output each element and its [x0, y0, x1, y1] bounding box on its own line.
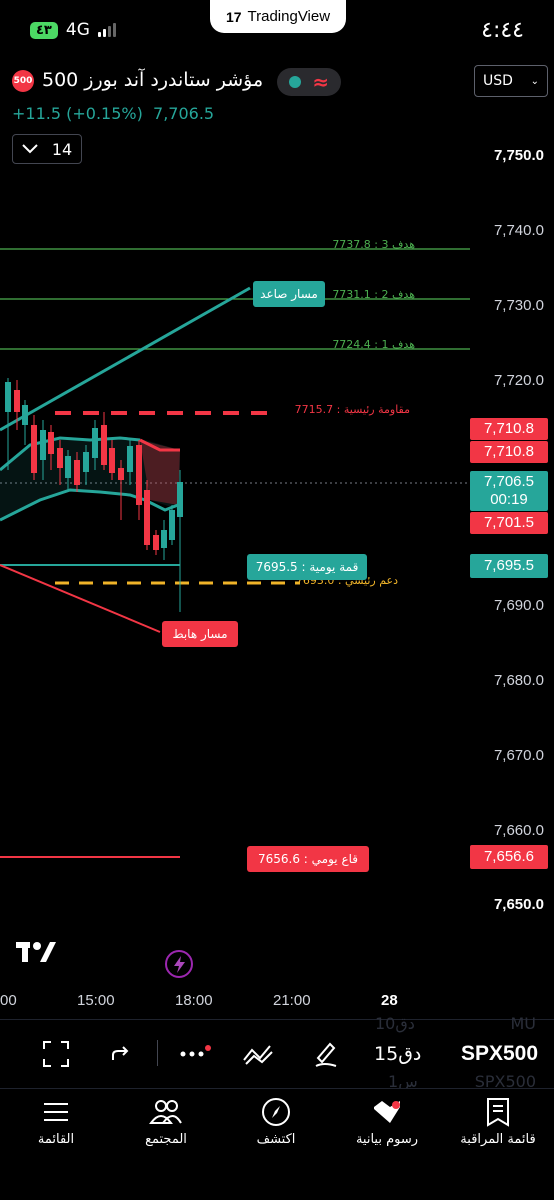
time-tick: 15:00: [77, 992, 115, 1009]
lightning-icon[interactable]: [165, 950, 193, 978]
nav-explore[interactable]: اكتشف: [226, 1096, 326, 1147]
price-label-daily-low: 7,656.6: [470, 845, 548, 869]
time-tick: 00: [0, 992, 17, 1009]
more-icon[interactable]: [178, 1044, 212, 1060]
price-tick: 7,720.0: [493, 372, 544, 389]
price-label-resistance: 7,710.8: [470, 418, 548, 440]
price-tick: 7,660.0: [493, 822, 544, 839]
uptrend-line: [0, 286, 251, 432]
nav-label: قائمة المراقبة: [460, 1132, 536, 1147]
time-tick: 21:00: [273, 992, 311, 1009]
watchlist-icon: [487, 1098, 509, 1127]
interval-button[interactable]: 15دق: [374, 1043, 421, 1065]
redo-icon[interactable]: [108, 1042, 132, 1066]
toolbar-divider: [157, 1040, 158, 1066]
price-label-daily-high: 7,695.5: [470, 554, 548, 578]
uptrend-tag[interactable]: مسار صاعد: [253, 281, 325, 307]
price-label-low: 7,701.5: [470, 512, 548, 534]
compass-icon: [262, 1098, 290, 1126]
price-tick: 7,730.0: [493, 297, 544, 314]
indicators-icon[interactable]: [242, 1040, 276, 1068]
fullscreen-icon[interactable]: [42, 1040, 70, 1068]
target3-label: هدف 3 : 7737.8: [332, 238, 415, 251]
price-tick: 7,750.0: [493, 147, 544, 164]
price-label-resistance: 7,710.8: [470, 441, 548, 463]
price-label-current: 7,706.5 00:19: [470, 471, 548, 511]
price-tick: 7,670.0: [493, 747, 544, 764]
nav-label: اكتشف: [256, 1132, 296, 1147]
daily-low-tag[interactable]: قاع يومي : 7656.6: [247, 846, 369, 872]
current-price: 7,706.5: [483, 473, 535, 490]
symbol-search-button[interactable]: SPX500: [461, 1042, 538, 1066]
ghost-symbol-top: MU: [510, 1014, 536, 1033]
nav-charts[interactable]: رسوم بيانية: [337, 1096, 437, 1147]
price-tick: 7,690.0: [493, 597, 544, 614]
price-tick: 7,650.0: [493, 896, 544, 913]
downtrend-tag[interactable]: مسار هابط: [162, 621, 238, 647]
nav-label: رسوم بيانية: [355, 1132, 419, 1147]
resistance-label: مقاومة رئيسية : 7715.7: [294, 403, 410, 416]
target1-label: هدف 1 : 7724.4: [332, 338, 415, 351]
community-icon: [149, 1100, 182, 1124]
nav-label: القائمة: [37, 1132, 75, 1147]
downtrend-line: [0, 564, 161, 633]
tradingview-watermark-icon: [16, 942, 56, 962]
nav-label: المجتمع: [145, 1132, 187, 1147]
drawing-pen-icon[interactable]: [312, 1038, 340, 1068]
menu-icon: [44, 1103, 68, 1121]
nav-community[interactable]: المجتمع: [116, 1096, 216, 1147]
price-tick: 7,740.0: [493, 222, 544, 239]
ghost-interval-top: 10دق: [375, 1014, 415, 1033]
bar-countdown: 00:19: [490, 491, 528, 508]
nav-menu[interactable]: القائمة: [6, 1096, 106, 1147]
charts-icon: [374, 1101, 400, 1123]
nav-watchlist[interactable]: قائمة المراقبة: [448, 1096, 548, 1147]
price-tick: 7,680.0: [493, 672, 544, 689]
daily-high-tag[interactable]: قمة يومية : 7695.5: [247, 554, 367, 580]
time-tick: 18:00: [175, 992, 213, 1009]
time-tick: 28: [381, 992, 398, 1009]
